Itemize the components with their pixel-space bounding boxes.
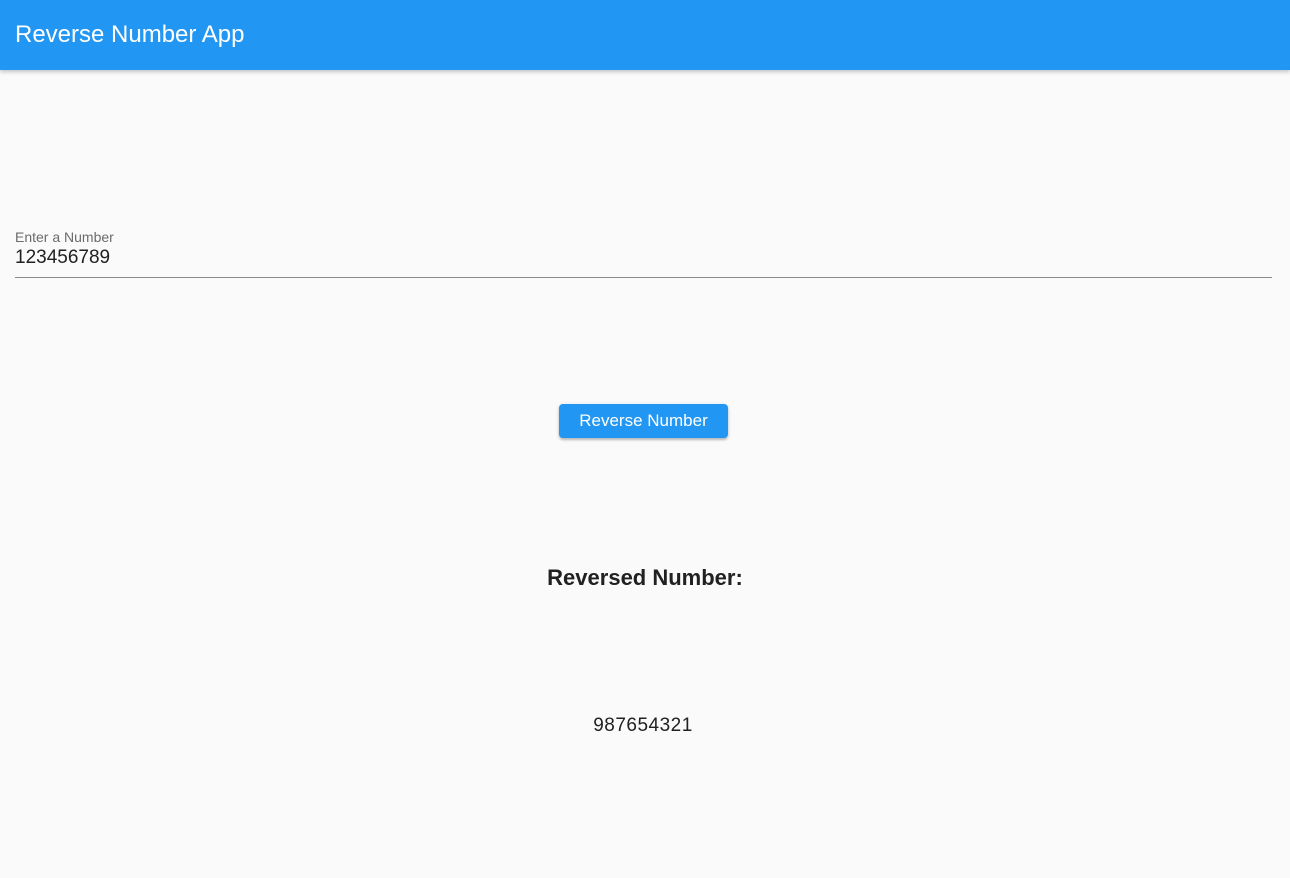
number-field-label: Enter a Number xyxy=(15,229,114,245)
number-input[interactable] xyxy=(15,245,1272,271)
number-field[interactable]: Enter a Number xyxy=(15,228,1272,279)
reversed-number-value: 987654321 xyxy=(593,715,693,736)
result-heading: Reversed Number: xyxy=(547,565,743,590)
number-field-underline xyxy=(15,277,1272,278)
app-title: Reverse Number App xyxy=(15,21,245,48)
reverse-number-button[interactable]: Reverse Number xyxy=(559,404,728,438)
app-bar: Reverse Number App xyxy=(0,0,1290,70)
